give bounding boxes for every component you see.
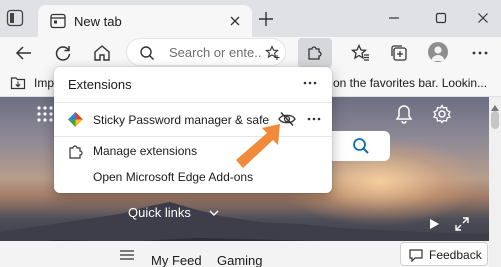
minimize-button[interactable] — [374, 4, 414, 32]
app-launcher-grid-icon[interactable] — [36, 105, 54, 123]
puzzle-icon — [306, 43, 324, 61]
manage-extensions-item[interactable]: Manage extensions — [54, 139, 332, 163]
favorites-icon[interactable] — [350, 43, 370, 63]
extensions-popup-title: Extensions — [68, 77, 132, 92]
scroll-up-arrow-icon[interactable] — [491, 100, 499, 111]
more-options-icon[interactable] — [470, 43, 490, 63]
home-icon[interactable] — [92, 43, 112, 63]
new-tab-favicon-icon — [50, 13, 66, 29]
play-icon[interactable] — [428, 218, 440, 230]
tab-title: New tab — [74, 14, 122, 29]
search-icon — [139, 45, 155, 61]
extension-more-options-icon[interactable] — [306, 113, 322, 125]
open-addons-item[interactable]: Open Microsoft Edge Add-ons — [54, 165, 332, 189]
annotation-arrow-icon — [236, 124, 280, 168]
divider — [54, 136, 332, 137]
extension-item[interactable]: Sticky Password manager & safe — [54, 104, 332, 134]
feedback-button[interactable]: Feedback — [400, 242, 488, 266]
hamburger-menu-icon[interactable] — [120, 249, 134, 261]
scrollbar-thumb[interactable] — [491, 111, 499, 129]
refresh-icon[interactable] — [53, 43, 73, 63]
tab-actions-icon[interactable] — [6, 9, 24, 27]
favorites-bar-message: on the favorites bar. Lookin... — [333, 76, 488, 90]
page-settings-gear-icon[interactable] — [432, 104, 452, 124]
manage-extensions-label: Manage extensions — [93, 144, 198, 158]
add-favorite-star-icon[interactable] — [265, 45, 281, 61]
close-window-button[interactable] — [463, 4, 501, 32]
tab-new-tab[interactable]: New tab — [38, 5, 252, 37]
tab-strip: New tab — [0, 0, 501, 37]
feedback-icon — [409, 248, 423, 263]
maximize-button[interactable] — [421, 4, 461, 32]
extensions-popup: Extensions Sticky Password manager & saf… — [54, 67, 332, 193]
navigation-toolbar: Search or ente... — [0, 37, 501, 69]
puzzle-icon — [68, 143, 84, 159]
open-addons-label: Open Microsoft Edge Add-ons — [93, 170, 254, 184]
nav-my-feed[interactable]: My Feed — [151, 253, 202, 267]
profile-avatar[interactable] — [428, 42, 448, 62]
address-bar[interactable]: Search or ente... — [126, 38, 286, 66]
import-favorites-icon[interactable] — [10, 75, 26, 91]
address-bar-placeholder: Search or ente... — [169, 45, 261, 60]
nav-gaming[interactable]: Gaming — [217, 253, 263, 267]
divider — [54, 102, 332, 103]
new-tab-button[interactable] — [257, 10, 275, 28]
page-scrollbar[interactable] — [489, 97, 501, 267]
chevron-down-icon[interactable] — [208, 207, 220, 219]
web-search-icon[interactable] — [352, 137, 370, 155]
extensions-more-options-icon[interactable] — [302, 77, 318, 89]
feedback-label: Feedback — [429, 248, 482, 262]
quick-links-toggle[interactable]: Quick links — [128, 205, 191, 220]
close-tab-icon[interactable] — [228, 14, 242, 28]
sticky-password-icon — [68, 112, 83, 127]
back-arrow-icon[interactable] — [14, 43, 34, 63]
collections-icon[interactable] — [389, 43, 409, 63]
expand-icon[interactable] — [455, 217, 469, 231]
extensions-button[interactable] — [298, 38, 332, 68]
notifications-bell-icon[interactable] — [395, 104, 413, 124]
